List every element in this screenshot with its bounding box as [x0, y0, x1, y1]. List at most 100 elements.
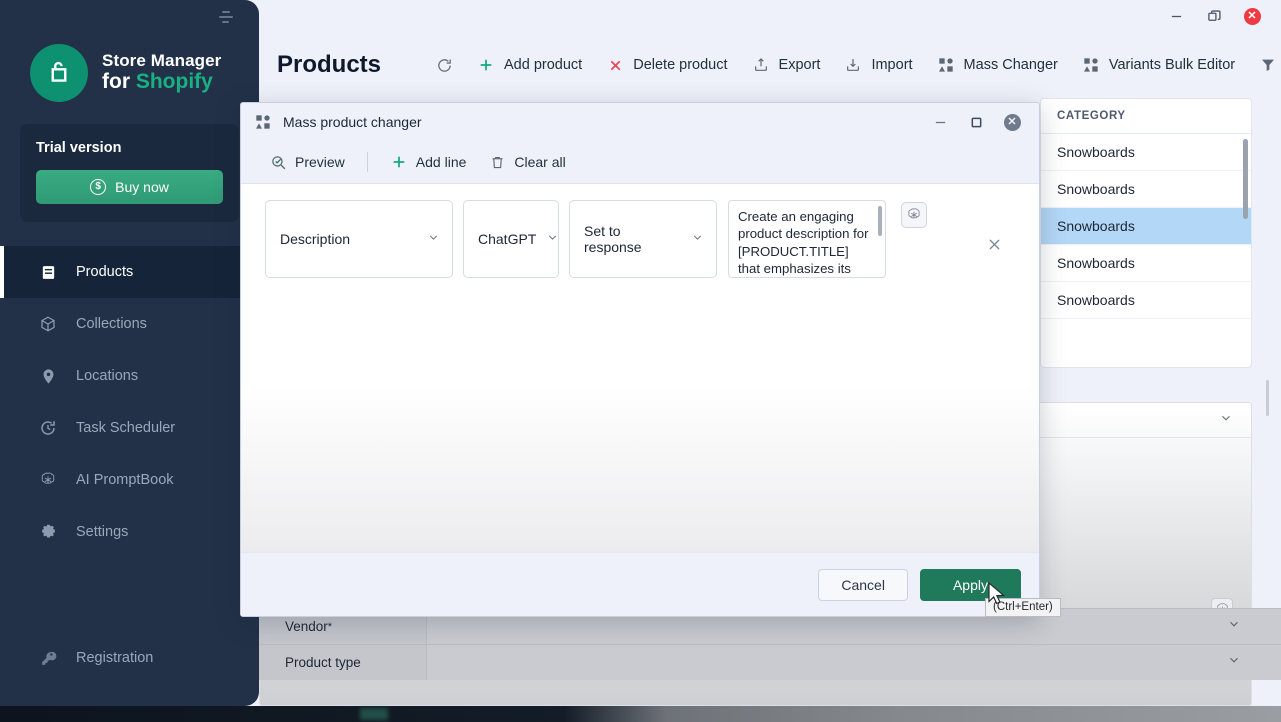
dialog-titlebar: Mass product changer ✕	[241, 103, 1039, 141]
clock-refresh-icon	[38, 418, 58, 438]
preview-label: Preview	[295, 154, 345, 170]
prompt-textarea[interactable]	[728, 200, 886, 278]
mode-select-value: ChatGPT	[478, 231, 537, 247]
collapse-menu-icon[interactable]	[219, 11, 235, 23]
sidebar-item-label: Locations	[76, 368, 139, 384]
brand-shopify: Shopify	[135, 69, 213, 93]
gear-icon	[38, 522, 58, 542]
sidebar-nav: Products Collections Locations Task Sche…	[0, 246, 259, 558]
category-label: Snowboards	[1057, 181, 1135, 197]
category-label: Snowboards	[1057, 255, 1135, 271]
window-titlebar: ✕	[259, 0, 1281, 32]
category-scrollbar[interactable]	[1243, 139, 1248, 219]
taskbar	[0, 706, 1281, 722]
close-icon: ✕	[1243, 7, 1261, 25]
dialog-toolbar: Preview Add line Clear all	[241, 141, 1039, 183]
required-marker: *	[327, 620, 333, 633]
buy-now-label: Buy now	[115, 179, 169, 195]
mode-select[interactable]: ChatGPT	[463, 200, 559, 278]
delete-product-button[interactable]: Delete product	[594, 50, 739, 80]
add-line-label: Add line	[415, 154, 467, 170]
location-pin-icon	[38, 366, 58, 386]
mass-changer-icon	[1082, 56, 1100, 74]
category-row[interactable]: Snowboards	[1041, 282, 1251, 319]
category-row[interactable]: Snowboards	[1041, 134, 1251, 171]
plus-icon	[390, 153, 408, 171]
openai-icon[interactable]	[901, 202, 927, 228]
coin-icon: $	[90, 179, 107, 195]
product-type-value[interactable]	[427, 645, 1281, 680]
brand-text: Store Manager for Shopify	[102, 52, 221, 93]
product-type-field-row[interactable]: Product type	[259, 644, 1281, 680]
toolbar-divider	[366, 152, 368, 172]
add-product-button[interactable]: Add product	[465, 50, 594, 80]
sidebar-item-ai-promptbook[interactable]: AI PromptBook	[0, 454, 259, 506]
field-select[interactable]: Description	[265, 200, 453, 278]
dialog-maximize-icon[interactable]	[963, 110, 989, 134]
dialog-minimize-icon[interactable]	[927, 110, 953, 134]
prompt-wrapper	[728, 200, 886, 278]
page-title: Products	[277, 51, 382, 78]
close-button[interactable]: ✕	[1235, 3, 1269, 29]
filter-icon	[1259, 56, 1277, 74]
category-row[interactable]: Snowboards	[1041, 245, 1251, 282]
sidebar-item-collections[interactable]: Collections	[0, 298, 259, 350]
dialog-footer: Cancel Apply	[241, 552, 1039, 616]
add-product-label: Add product	[504, 57, 583, 73]
sidebar-item-products[interactable]: Products	[0, 246, 259, 298]
buy-now-button[interactable]: $ Buy now	[36, 170, 223, 204]
page-scrollbar[interactable]	[1266, 380, 1269, 416]
application-window: Store Manager for Shopify Trial version …	[0, 0, 1281, 722]
export-button[interactable]: Export	[740, 50, 833, 80]
category-label: Snowboards	[1057, 144, 1135, 160]
action-select[interactable]: Set to response	[569, 200, 717, 278]
import-button[interactable]: Import	[832, 50, 924, 80]
taskbar-item	[360, 708, 388, 720]
sidebar-item-locations[interactable]: Locations	[0, 350, 259, 402]
sidebar-item-registration[interactable]: Registration	[0, 632, 259, 684]
refresh-icon	[435, 56, 453, 74]
clear-all-label: Clear all	[514, 154, 566, 170]
category-row-selected[interactable]: Snowboards	[1041, 208, 1251, 245]
vendor-label-text: Vendor	[285, 619, 328, 634]
chevron-down-icon	[681, 231, 704, 247]
category-panel: CATEGORY Snowboards Snowboards Snowboard…	[1040, 98, 1252, 368]
prompt-scrollbar[interactable]	[878, 206, 882, 236]
apply-button[interactable]: Apply	[919, 568, 1021, 601]
sidebar-item-label: Collections	[76, 316, 147, 332]
variants-bulk-editor-button[interactable]: Variants Bulk Editor	[1070, 50, 1247, 80]
sidebar-bottom: Registration	[0, 632, 259, 684]
rule-row: Description ChatGPT Set to response	[265, 200, 1021, 278]
sidebar-item-task-scheduler[interactable]: Task Scheduler	[0, 402, 259, 454]
shopify-bag-icon	[30, 44, 88, 102]
mass-changer-button[interactable]: Mass Changer	[925, 50, 1070, 80]
apply-tooltip: (Ctrl+Enter)	[985, 598, 1061, 617]
sidebar-item-label: Settings	[76, 524, 129, 540]
category-label: Snowboards	[1057, 218, 1135, 234]
cancel-button[interactable]: Cancel	[818, 568, 908, 601]
export-icon	[752, 56, 770, 74]
clear-all-button[interactable]: Clear all	[478, 147, 575, 177]
collections-icon	[38, 314, 58, 334]
sidebar-item-settings[interactable]: Settings	[0, 506, 259, 558]
sidebar-top	[0, 0, 259, 34]
minimize-icon[interactable]	[1159, 3, 1193, 29]
category-column-header: CATEGORY	[1041, 99, 1251, 134]
chevron-down-icon	[1227, 653, 1241, 672]
chevron-down-icon	[1219, 411, 1233, 430]
mass-changer-label: Mass Changer	[963, 57, 1058, 73]
brand-line-1: Store Manager	[102, 51, 222, 71]
brand-line-2: for Shopify	[102, 69, 221, 94]
preview-button[interactable]: Preview	[259, 147, 355, 177]
remove-line-button[interactable]	[986, 236, 1003, 257]
refresh-button[interactable]	[423, 50, 465, 80]
x-red-icon	[606, 56, 624, 74]
import-label: Import	[871, 57, 913, 73]
sidebar-item-label: Task Scheduler	[76, 420, 176, 436]
filter-button[interactable]: Filter	[1247, 50, 1281, 80]
add-line-button[interactable]: Add line	[380, 147, 477, 177]
export-label: Export	[778, 57, 821, 73]
restore-icon[interactable]	[1197, 3, 1231, 29]
dialog-close-button[interactable]: ✕	[999, 110, 1025, 134]
category-row[interactable]: Snowboards	[1041, 171, 1251, 208]
